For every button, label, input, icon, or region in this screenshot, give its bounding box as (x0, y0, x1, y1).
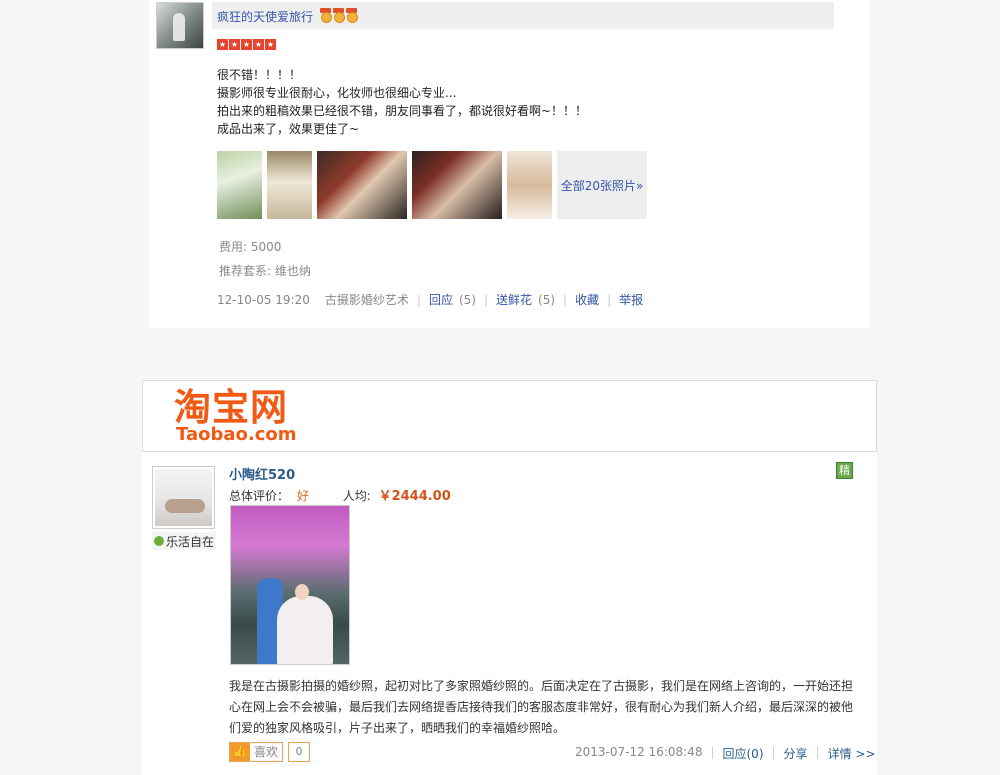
photo-thumbnail[interactable] (507, 151, 552, 219)
star-icon: ★ (229, 39, 240, 50)
review-meta: 2013-07-12 16:08:48 | 回应(0) | 分享 | 详情 >> (575, 745, 876, 762)
medal-icons (320, 8, 358, 23)
taobao-logo-en: Taobao.com (176, 424, 297, 445)
all-photos-link[interactable]: 全部20张照片» (557, 151, 647, 219)
review-header: 疯狂的天使爱旅行 (212, 2, 834, 29)
rating-row: 总体评价： 好 人均: ￥2444.00 (229, 485, 451, 504)
divider: | (563, 292, 568, 307)
like-button[interactable]: 👍 喜欢 (229, 742, 284, 762)
thumbs-up-icon: 👍 (230, 743, 250, 761)
medal-icon (320, 8, 332, 23)
reply-link[interactable]: 回应 (429, 291, 453, 308)
rating-label: 总体评价： (229, 489, 290, 503)
favorite-link[interactable]: 收藏 (575, 291, 599, 308)
user-icon (154, 536, 164, 546)
report-link[interactable]: 举报 (619, 291, 643, 308)
star-icon: ★ (241, 39, 252, 50)
review-photo[interactable] (230, 505, 350, 665)
nickname-text: 乐活自在 (166, 534, 215, 549)
star-icon: ★ (265, 39, 276, 50)
send-flower-link[interactable]: 送鲜花 (496, 291, 532, 308)
divider: | (771, 745, 776, 759)
flower-count: (5) (538, 292, 556, 307)
featured-badge: 精 (836, 462, 853, 479)
like-label: 喜欢 (250, 743, 283, 761)
review-datetime: 2013-07-12 16:08:48 (575, 745, 703, 759)
username-link[interactable]: 小陶红520 (229, 464, 295, 483)
divider: | (815, 745, 820, 759)
rating-stars: ★ ★ ★ ★ ★ (217, 39, 276, 50)
like-actions: 👍 喜欢 0 (229, 742, 311, 762)
fee-text: 费用: 5000 (219, 240, 282, 254)
avg-label: 人均: (342, 489, 371, 503)
review-line: 很不错！！！！ (217, 68, 302, 82)
rating-value: 好 (296, 489, 309, 503)
photo-thumbnail[interactable] (217, 151, 262, 219)
shop-name: 古摄影婚纱艺术 (324, 293, 409, 307)
review-meta: 12-10-05 19:20 古摄影婚纱艺术 | 回应 (5) | 送鲜花 (5… (217, 291, 643, 308)
divider: | (710, 745, 715, 759)
review-content: 我是在古摄影拍摄的婚纱照，起初对比了多家照婚纱照的。后面决定在了古摄影，我们是在… (229, 679, 854, 735)
photo-thumbnail[interactable] (412, 151, 502, 219)
star-icon: ★ (217, 39, 228, 50)
share-link[interactable]: 分享 (784, 745, 808, 762)
taobao-header: 淘宝网 Taobao.com (142, 380, 877, 452)
divider: | (483, 292, 488, 307)
review-line: 摄影师很专业很耐心，化妆师也很细心专业... (217, 86, 457, 100)
user-avatar[interactable] (156, 2, 204, 49)
review-content: 很不错！！！！ 摄影师很专业很耐心，化妆师也很细心专业... 拍出来的粗稿效果已… (217, 66, 587, 138)
username-link[interactable]: 疯狂的天使爱旅行 (217, 8, 313, 25)
user-avatar[interactable] (152, 466, 215, 529)
taobao-review: 乐活自在 小陶红520 精 总体评价： 好 人均: ￥2444.00 我是在古摄… (142, 452, 877, 775)
like-count: 0 (288, 742, 311, 762)
avg-price: ￥2444.00 (378, 489, 451, 504)
review-card: 疯狂的天使爱旅行 ★ ★ ★ ★ ★ 很不错！！！！ 摄影师很专业很耐心，化妆师… (149, 0, 870, 328)
photo-thumbnail[interactable] (317, 151, 407, 219)
medal-icon (333, 8, 345, 23)
detail-link[interactable]: 详情 >> (828, 745, 876, 762)
review-line: 成品出来了，效果更佳了~ (217, 122, 360, 136)
photo-thumbnail[interactable] (267, 151, 312, 219)
review-datetime: 12-10-05 19:20 (217, 292, 310, 307)
divider: | (416, 292, 421, 307)
package-text: 推荐套系: 维也纳 (219, 264, 311, 278)
reply-count: (5) (458, 292, 476, 307)
reply-link[interactable]: 回应(0) (723, 745, 764, 762)
medal-icon (346, 8, 358, 23)
review-line: 拍出来的粗稿效果已经很不错，朋友同事看了，都说很好看啊~！！！ (217, 104, 588, 118)
star-icon: ★ (253, 39, 264, 50)
divider: | (607, 292, 612, 307)
user-nickname: 乐活自在 (152, 532, 216, 550)
